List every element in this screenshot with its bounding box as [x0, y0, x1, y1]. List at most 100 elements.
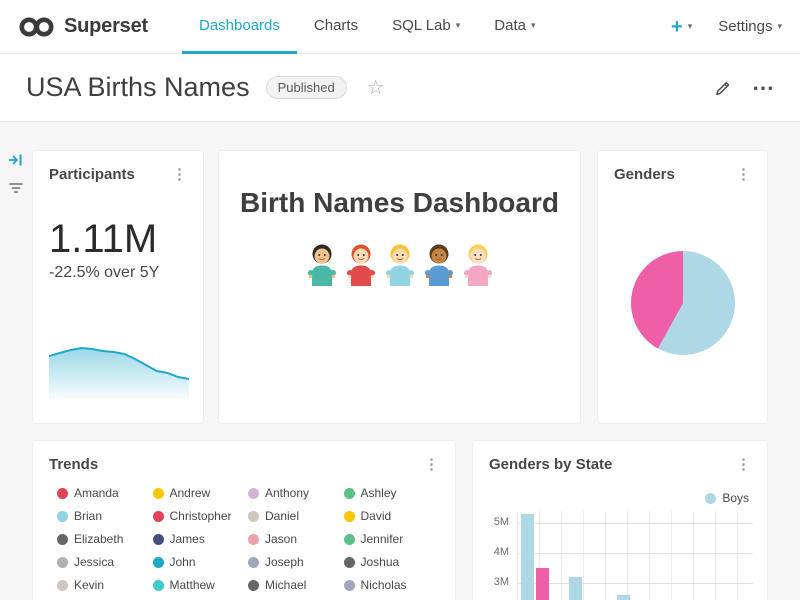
legend-label: Andrew [170, 486, 211, 500]
legend-item[interactable]: John [153, 555, 249, 569]
legend-label: Jessica [74, 555, 114, 569]
nav-data[interactable]: Data ▾ [477, 0, 552, 54]
legend-item[interactable]: Ashley [344, 486, 440, 500]
kebab-menu-icon[interactable]: ⋮ [732, 165, 755, 183]
nav-label: Data [494, 17, 526, 34]
favorite-star-icon[interactable]: ☆ [367, 75, 385, 100]
card-header: Participants ⋮ [33, 151, 203, 183]
genders-card: Genders ⋮ [597, 150, 768, 424]
kebab-menu-icon[interactable]: ⋮ [168, 165, 191, 183]
legend-label: Daniel [265, 509, 299, 523]
nav-label: SQL Lab [392, 17, 451, 34]
legend-dot [344, 488, 355, 499]
legend-item[interactable]: Daniel [248, 509, 344, 523]
legend-item[interactable]: Jennifer [344, 532, 440, 546]
legend-dot [344, 557, 355, 568]
nav-charts[interactable]: Charts [297, 0, 375, 54]
legend-label: Anthony [265, 486, 309, 500]
chevron-down-icon: ▾ [531, 21, 536, 30]
legend-item[interactable]: Michael [248, 578, 344, 592]
legend-dot [705, 493, 716, 504]
legend-item[interactable]: Nicholas [344, 578, 440, 592]
legend-item[interactable]: Amanda [57, 486, 153, 500]
superset-logo[interactable]: Superset [18, 14, 148, 40]
card-title: Trends [49, 456, 98, 473]
genders-pie [631, 251, 735, 355]
card-header: Genders ⋮ [598, 151, 767, 183]
filter-rail [7, 152, 24, 195]
trends-card: Trends ⋮ Amanda Andrew Anthony Ashley Brian C… [32, 440, 456, 600]
legend-label: Nicholas [361, 578, 407, 592]
legend-dot [57, 511, 68, 522]
kebab-menu-icon[interactable]: ⋮ [732, 455, 755, 473]
legend-item[interactable]: Anthony [248, 486, 344, 500]
legend-dot [344, 511, 355, 522]
more-actions-icon[interactable]: ⋯ [752, 77, 774, 99]
legend-label: Joseph [265, 555, 304, 569]
legend-dot [57, 557, 68, 568]
card-header: Trends ⋮ [33, 441, 455, 473]
card-title: Genders [614, 166, 675, 183]
settings-label: Settings [718, 18, 772, 35]
legend-item[interactable]: Joseph [248, 555, 344, 569]
kebab-menu-icon[interactable]: ⋮ [420, 455, 443, 473]
card-title: Participants [49, 166, 135, 183]
legend-dot [248, 534, 259, 545]
legend-item[interactable]: Joshua [344, 555, 440, 569]
legend-dot [248, 557, 259, 568]
legend-item[interactable]: Kevin [57, 578, 153, 592]
legend-label: John [170, 555, 196, 569]
bar-girls [536, 568, 549, 600]
legend-dot [248, 511, 259, 522]
legend-dot [153, 511, 164, 522]
settings-menu[interactable]: Settings ▾ [718, 18, 782, 35]
genders-by-state-card: Genders by State ⋮ Boys 5M4M3M [472, 440, 768, 600]
legend-label: Michael [265, 578, 306, 592]
legend-label: Jason [265, 532, 297, 546]
legend-label: Joshua [361, 555, 400, 569]
legend-label: Amanda [74, 486, 119, 500]
legend-item[interactable]: Jessica [57, 555, 153, 569]
legend-item[interactable]: David [344, 509, 440, 523]
chevron-down-icon: ▾ [777, 22, 782, 31]
bar-boys [521, 514, 534, 600]
legend-item[interactable]: Brian [57, 509, 153, 523]
nav-dashboards[interactable]: Dashboards [182, 0, 297, 54]
legend-dot [344, 580, 355, 591]
gstate-legend: Boys [705, 491, 749, 505]
participants-sparkline [49, 339, 189, 399]
legend-label: Christopher [170, 509, 232, 523]
brand-name: Superset [64, 15, 148, 38]
plus-icon: + [671, 17, 683, 37]
legend-item[interactable]: Elizabeth [57, 532, 153, 546]
expand-filter-bar-icon[interactable] [7, 152, 24, 168]
legend-item[interactable]: Andrew [153, 486, 249, 500]
legend-label: Brian [74, 509, 102, 523]
legend-label: Jennifer [361, 532, 404, 546]
filter-icon[interactable] [8, 181, 24, 195]
dashboard-title: USA Births Names [26, 72, 250, 103]
legend-item[interactable]: Christopher [153, 509, 249, 523]
chevron-down-icon: ▾ [456, 21, 461, 30]
legend-item[interactable]: Matthew [153, 578, 249, 592]
nav-right: + ▾ Settings ▾ [671, 17, 782, 37]
new-item-button[interactable]: + ▾ [671, 17, 692, 37]
legend-label: Ashley [361, 486, 397, 500]
legend-dot [153, 557, 164, 568]
nav-links: Dashboards Charts SQL Lab ▾ Data ▾ [182, 0, 552, 54]
legend-item[interactable]: Boys [705, 491, 749, 505]
big-number-subheader: -22.5% over 5Y [49, 264, 203, 282]
edit-icon[interactable] [714, 79, 732, 97]
chevron-down-icon: ▾ [688, 22, 693, 31]
legend-item[interactable]: James [153, 532, 249, 546]
gstate-plot [517, 511, 753, 600]
participants-card: Participants ⋮ 1.11M -22.5% over 5Y [32, 150, 204, 424]
nav-sql-lab[interactable]: SQL Lab ▾ [375, 0, 477, 54]
card-title: Genders by State [489, 456, 612, 473]
legend-label: Elizabeth [74, 532, 123, 546]
legend-item[interactable]: Jason [248, 532, 344, 546]
nav-label: Charts [314, 17, 358, 34]
legend-dot [344, 534, 355, 545]
published-badge[interactable]: Published [266, 76, 347, 99]
y-axis-label: 3M [473, 576, 509, 588]
